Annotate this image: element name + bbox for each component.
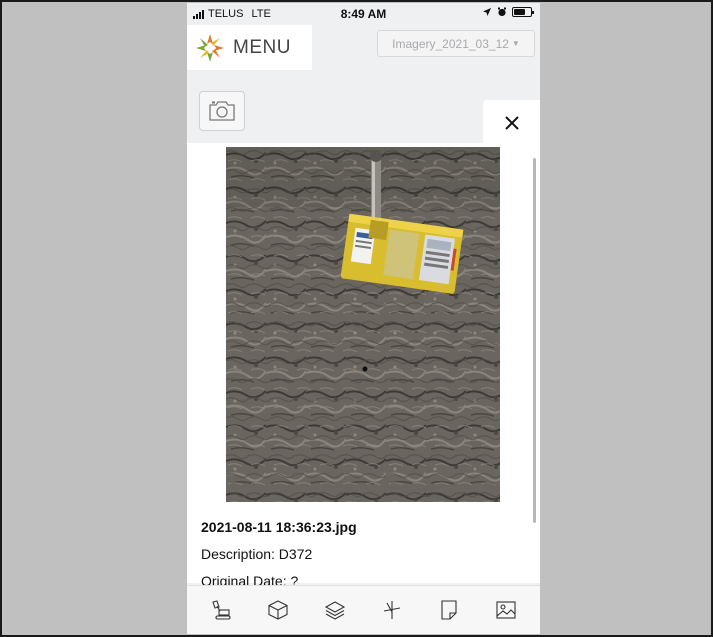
bottom-toolbar [187, 585, 540, 634]
3d-view-button[interactable] [265, 597, 291, 623]
notes-button[interactable] [436, 597, 462, 623]
photo-filename: 2021-08-11 18:36:23.jpg [201, 519, 357, 535]
scrollbar-thumb[interactable] [533, 158, 536, 523]
layers-icon [324, 601, 346, 620]
camera-icon [209, 101, 235, 121]
camera-button[interactable] [199, 91, 245, 131]
close-icon [504, 116, 519, 130]
status-bar: TELUS LTE 8:49 AM [187, 3, 540, 25]
photo-description: Description: D372 [201, 546, 313, 562]
layers-button[interactable] [322, 597, 348, 623]
measure-button[interactable] [379, 597, 405, 623]
imagery-selected-value: Imagery_2021_03_12 [392, 36, 509, 51]
caret-down-icon: ▼ [511, 39, 520, 48]
close-button[interactable] [483, 100, 540, 146]
cube-icon [268, 600, 288, 620]
location-arrow-icon [483, 8, 491, 16]
imagery-dropdown[interactable]: Imagery_2021_03_12 ▼ [377, 30, 535, 57]
battery-icon [512, 7, 534, 17]
phone-screen: TELUS LTE 8:49 AM MENU Imagery_2021_03_1… [187, 3, 540, 634]
photo-image [226, 147, 500, 502]
photo-original-date: Original Date: ? [201, 573, 299, 585]
original-date-row: Original Date: ? [187, 568, 540, 585]
menu-button[interactable]: MENU [187, 25, 312, 70]
menu-label: MENU [233, 36, 291, 58]
excavator-icon [212, 600, 231, 620]
logo-star-icon [196, 33, 224, 62]
measure-icon [383, 601, 400, 619]
imagery-button[interactable] [493, 597, 519, 623]
status-indicators [482, 7, 534, 17]
excavator-button[interactable] [208, 597, 234, 623]
alarm-icon [498, 7, 506, 17]
gauge-photo-graphic [226, 147, 500, 502]
note-icon [441, 600, 457, 620]
image-icon [495, 601, 516, 619]
